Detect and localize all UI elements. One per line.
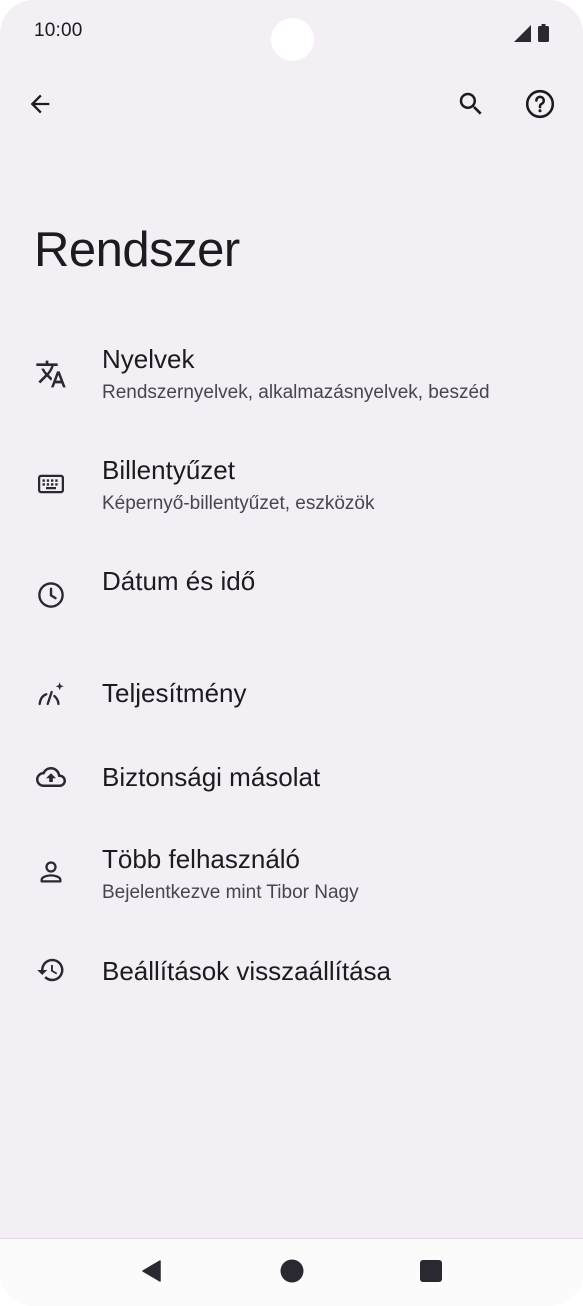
settings-item-backup[interactable]: Biztonsági másolat [0, 748, 583, 812]
settings-item-reset-options[interactable]: Beállítások visszaállítása [0, 942, 583, 1006]
nav-recents-button[interactable] [415, 1257, 447, 1289]
settings-item-subtitle: Rendszernyelvek, alkalmazásnyelvek, besz… [102, 382, 490, 403]
history-icon [33, 952, 69, 988]
keyboard-icon [33, 466, 69, 502]
system-navigation-bar [0, 1238, 583, 1306]
settings-item-title: Nyelvek [102, 344, 195, 374]
clock-icon [33, 577, 69, 613]
settings-item-performance[interactable]: Teljesítmény [0, 664, 583, 728]
nav-recents-icon [420, 1259, 442, 1287]
status-icons [514, 24, 549, 42]
search-icon [456, 89, 486, 124]
settings-item-title: Biztonsági másolat [102, 762, 321, 792]
signal-icon [514, 24, 532, 42]
page-title: Rendszer [34, 223, 240, 277]
status-bar: 10:00 [0, 0, 583, 64]
settings-item-title: Beállítások visszaállítása [102, 956, 392, 986]
person-icon [33, 854, 69, 890]
settings-item-languages[interactable]: Nyelvek Rendszernyelvek, alkalmazásnyelv… [0, 330, 583, 430]
settings-item-title: Több felhasználó [102, 844, 301, 874]
settings-item-subtitle: Bejelentkezve mint Tibor Nagy [102, 882, 359, 903]
nav-home-icon [280, 1259, 304, 1288]
help-button[interactable] [516, 82, 564, 130]
settings-item-multiple-users[interactable]: Több felhasználó Bejelentkezve mint Tibo… [0, 830, 583, 930]
settings-item-date-time[interactable]: Dátum és idő [0, 552, 583, 652]
settings-item-title: Billentyűzet [102, 455, 235, 485]
front-camera-cutout [271, 18, 314, 61]
top-app-bar [0, 78, 583, 134]
translate-icon [33, 356, 69, 392]
search-button[interactable] [447, 82, 495, 130]
phone-screen: 10:00 Rendszer Nyelvek Rendszernyelvek, … [0, 0, 583, 1306]
back-button[interactable] [16, 82, 64, 130]
cloud-backup-icon [33, 759, 69, 795]
nav-home-button[interactable] [276, 1257, 308, 1289]
settings-item-title: Dátum és idő [102, 566, 256, 596]
nav-back-button[interactable] [136, 1257, 168, 1289]
arrow-back-icon [26, 90, 54, 123]
status-time: 10:00 [34, 20, 83, 41]
help-icon [524, 88, 556, 125]
nav-back-icon [140, 1259, 164, 1288]
settings-item-keyboard[interactable]: Billentyűzet Képernyő-billentyűzet, eszk… [0, 441, 583, 541]
performance-icon [33, 676, 69, 712]
battery-icon [538, 24, 549, 42]
settings-item-subtitle: Képernyő-billentyűzet, eszközök [102, 493, 375, 514]
settings-item-title: Teljesítmény [102, 678, 247, 708]
